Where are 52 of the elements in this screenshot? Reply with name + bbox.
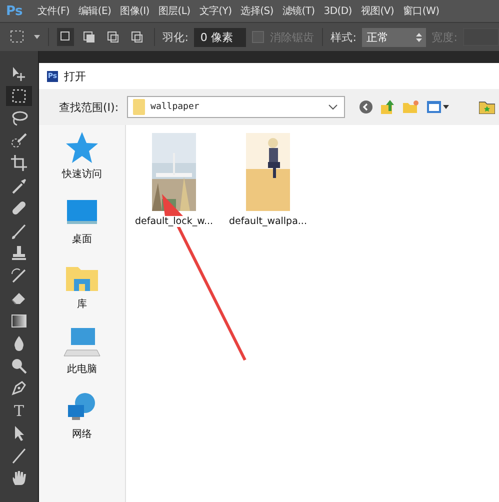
selection-mode-icon xyxy=(60,31,72,43)
file-name[interactable]: default_lock_w... xyxy=(134,216,214,227)
selection-mode-icon xyxy=(130,31,143,43)
chevron-icon xyxy=(328,104,338,110)
pen-icon xyxy=(10,379,28,397)
menu-item[interactable]: 文件(F) xyxy=(37,4,70,18)
look-in-dropdown[interactable]: wallpaper xyxy=(126,96,345,118)
up-folder-icon[interactable] xyxy=(380,99,395,115)
place-label[interactable]: 此电脑 xyxy=(67,362,97,376)
menu-item[interactable]: 文字(Y) xyxy=(199,4,232,18)
style-select[interactable]: 正常 xyxy=(362,28,426,46)
place-label[interactable]: 快速访问 xyxy=(62,167,102,181)
eyedropper-icon xyxy=(10,176,28,194)
marquee-icon xyxy=(10,86,28,104)
hand-icon xyxy=(10,469,28,487)
folder-icon[interactable] xyxy=(479,100,495,114)
file-name[interactable]: default_wallpa... xyxy=(229,216,307,227)
menu-item[interactable]: 图像(I) xyxy=(120,4,150,18)
lasso-icon xyxy=(10,109,28,127)
style-label: 样式: xyxy=(330,30,356,44)
selection-mode-icon xyxy=(107,31,120,43)
tool-button[interactable] xyxy=(6,86,32,106)
folder-icon xyxy=(132,99,145,115)
dodge-icon xyxy=(10,356,28,374)
place-label[interactable]: 库 xyxy=(77,297,87,311)
feather-field[interactable]: 0 像素 xyxy=(194,28,246,46)
view-menu-icon[interactable] xyxy=(426,101,449,113)
place-label[interactable]: 桌面 xyxy=(72,232,92,246)
menu-item[interactable]: 选择(S) xyxy=(240,4,274,18)
feather-label: 羽化: xyxy=(162,30,188,44)
line-icon xyxy=(10,446,28,464)
brush-icon xyxy=(10,222,28,240)
menu-item[interactable]: 视图(V) xyxy=(360,4,394,18)
menu-item[interactable]: 编辑(E) xyxy=(78,4,112,18)
menu-item[interactable]: 滤镜(T) xyxy=(282,4,315,18)
menu-item[interactable]: 图层(L) xyxy=(158,4,190,18)
updown-icon xyxy=(416,32,422,42)
caret-icon[interactable] xyxy=(34,35,40,39)
brush-icon xyxy=(10,266,28,284)
dialog-title: 打开 xyxy=(64,68,86,84)
menu-item[interactable]: 窗口(W) xyxy=(403,4,440,18)
crop-icon xyxy=(10,154,28,172)
place-label[interactable]: 网络 xyxy=(72,427,92,441)
menu-item[interactable]: 3D(D) xyxy=(324,6,352,16)
gradient-icon xyxy=(10,312,28,330)
brush-icon xyxy=(10,132,28,150)
stamp-icon xyxy=(10,244,28,262)
look-in-label: 查找范围(I): xyxy=(59,100,119,114)
selection-mode-button[interactable] xyxy=(56,28,74,46)
selection-mode-icon xyxy=(83,31,96,43)
tool-button[interactable]: T xyxy=(6,400,32,420)
back-icon[interactable] xyxy=(358,100,373,114)
